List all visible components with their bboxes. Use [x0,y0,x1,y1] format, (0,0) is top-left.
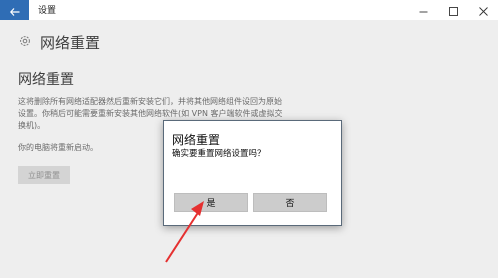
maximize-icon [448,1,458,20]
yes-button[interactable]: 是 [174,193,248,212]
gear-icon [18,33,32,52]
reset-now-button[interactable]: 立即重置 [18,166,70,184]
dialog-message: 确实要重置网络设置吗？ [172,149,266,159]
restart-note: 你的电脑将重新启动。 [18,143,98,152]
window-controls [408,0,498,20]
title-bar: 设置 [0,0,498,20]
page-title: 网络重置 [40,34,101,52]
close-button[interactable] [468,0,498,20]
minimize-icon [419,1,428,20]
no-button[interactable]: 否 [253,193,327,212]
window-title: 设置 [38,6,57,16]
maximize-button[interactable] [438,0,468,20]
dialog-title: 网络重置 [172,133,221,147]
back-button[interactable] [0,0,29,20]
section-title: 网络重置 [18,72,74,88]
page-header: 网络重置 [18,32,100,53]
minimize-button[interactable] [408,0,438,20]
close-icon [478,1,488,20]
confirm-dialog: 网络重置 确实要重置网络设置吗？ 是 否 [163,120,342,226]
arrow-left-icon [9,1,20,20]
